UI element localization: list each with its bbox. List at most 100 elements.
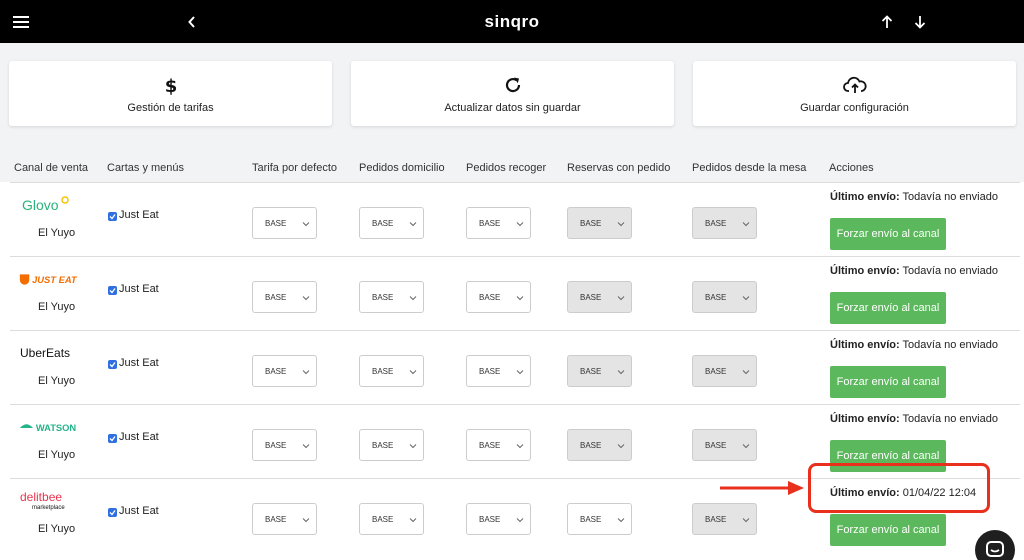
tariff-select-value: BASE — [705, 514, 727, 524]
annotation-arrow — [720, 481, 804, 495]
refresh-data-card[interactable]: Actualizar datos sin guardar — [351, 61, 674, 126]
card-label: Gestión de tarifas — [127, 102, 214, 114]
column-header: Cartas y menús — [107, 162, 185, 174]
channel-logo: WATSON — [18, 417, 78, 437]
tariff-select-value: BASE — [705, 218, 727, 228]
tariff-select: BASE — [567, 355, 632, 387]
tariff-select-value: BASE — [580, 292, 602, 302]
tariff-select-value: BASE — [580, 440, 602, 450]
last-sent-status: Último envío: Todavía no enviado — [830, 191, 998, 203]
svg-text:marketplace: marketplace — [32, 505, 65, 511]
tariff-select-value: BASE — [265, 218, 287, 228]
tariff-select[interactable]: BASE — [252, 429, 317, 461]
force-send-button[interactable]: Forzar envío al canal — [830, 218, 946, 250]
tariff-select[interactable]: BASE — [466, 429, 531, 461]
card-label: Guardar configuración — [800, 102, 909, 114]
tariff-select[interactable]: BASE — [359, 281, 424, 313]
tariff-select[interactable]: BASE — [466, 503, 531, 535]
table-row: Glovo El Yuyo Just Eat BASE BASE BASE BASE BASE… — [10, 182, 1020, 256]
tariff-select-value: BASE — [372, 366, 394, 376]
tariff-select-value: BASE — [265, 514, 287, 524]
menu-checkbox[interactable] — [108, 508, 117, 517]
svg-text:delitbee: delitbee — [20, 490, 62, 504]
tariff-select[interactable]: BASE — [252, 207, 317, 239]
tariff-select-value: BASE — [265, 292, 287, 302]
channel-logo: Glovo — [18, 195, 78, 215]
tariff-select-value: BASE — [705, 366, 727, 376]
column-header: Pedidos recoger — [466, 162, 547, 174]
tariff-select: BASE — [692, 281, 757, 313]
arrow-up-icon[interactable] — [875, 0, 899, 43]
tariff-select[interactable]: BASE — [567, 503, 632, 535]
tariff-select[interactable]: BASE — [252, 281, 317, 313]
last-sent-label: Último envío: — [830, 265, 900, 277]
tariff-select[interactable]: BASE — [359, 207, 424, 239]
tariff-select[interactable]: BASE — [359, 429, 424, 461]
tariff-select-value: BASE — [705, 440, 727, 450]
force-send-button[interactable]: Forzar envío al canal — [830, 366, 946, 398]
column-header: Canal de venta — [14, 162, 88, 174]
arrow-down-icon[interactable] — [908, 0, 932, 43]
last-sent-value: Todavía no enviado — [902, 339, 998, 351]
last-sent-label: Último envío: — [830, 339, 900, 351]
table-header: Canal de venta Cartas y menús Tarifa por… — [0, 152, 1024, 182]
menu-label: Just Eat — [119, 357, 159, 369]
tariff-select-value: BASE — [265, 440, 287, 450]
tariff-select[interactable]: BASE — [359, 355, 424, 387]
tariff-select-value: BASE — [705, 292, 727, 302]
brand-logo: sinqro — [484, 11, 540, 31]
menu-label: Just Eat — [119, 505, 159, 517]
menu-checkbox[interactable] — [108, 212, 117, 221]
tariff-select: BASE — [692, 355, 757, 387]
tariff-select-value: BASE — [580, 218, 602, 228]
store-name: El Yuyo — [38, 449, 76, 461]
last-sent-value: Todavía no enviado — [902, 191, 998, 203]
tariff-select-value: BASE — [479, 514, 501, 524]
table-row: JUST EAT El Yuyo Just Eat BASE BASE BASE BASE B… — [10, 256, 1020, 330]
tariff-select[interactable]: BASE — [466, 281, 531, 313]
menu-label: Just Eat — [119, 209, 159, 221]
channel-logo: JUST EAT — [18, 269, 78, 289]
column-header: Acciones — [829, 162, 874, 174]
channel-logo: delitbee marketplace — [18, 490, 78, 511]
table-row: UberEats El Yuyo Just Eat BASE BASE BASE BASE B… — [10, 330, 1020, 404]
force-send-button[interactable]: Forzar envío al canal — [830, 292, 946, 324]
channel-logo: UberEats — [18, 343, 78, 363]
svg-text:UberEats: UberEats — [20, 346, 70, 360]
svg-text:Glovo: Glovo — [22, 197, 59, 213]
tariff-select-value: BASE — [372, 218, 394, 228]
svg-text:WATSON: WATSON — [36, 423, 77, 433]
tariff-select[interactable]: BASE — [466, 355, 531, 387]
column-header: Tarifa por defecto — [252, 162, 337, 174]
tariff-select: BASE — [692, 207, 757, 239]
menu-checkbox[interactable] — [108, 360, 117, 369]
last-sent-label: Último envío: — [830, 191, 900, 203]
menu-checkbox[interactable] — [108, 286, 117, 295]
tariff-select[interactable]: BASE — [252, 355, 317, 387]
menu-icon[interactable] — [8, 0, 34, 43]
rates-management-card[interactable]: $ Gestión de tarifas — [9, 61, 332, 126]
tariff-select: BASE — [567, 281, 632, 313]
force-send-button[interactable]: Forzar envío al canal — [830, 514, 946, 546]
menu-checkbox[interactable] — [108, 434, 117, 443]
card-label: Actualizar datos sin guardar — [444, 102, 581, 114]
tariff-select[interactable]: BASE — [252, 503, 317, 535]
cloud-upload-icon — [693, 74, 1016, 96]
column-header: Pedidos domicilio — [359, 162, 445, 174]
top-bar: sinqro — [0, 0, 1024, 43]
store-name: El Yuyo — [38, 375, 76, 387]
chevron-left-icon[interactable] — [180, 0, 204, 43]
tariff-select: BASE — [692, 429, 757, 461]
column-header: Pedidos desde la mesa — [692, 162, 807, 174]
tariff-select[interactable]: BASE — [359, 503, 424, 535]
tariff-select: BASE — [692, 503, 757, 535]
tariff-select-value: BASE — [580, 366, 602, 376]
tariff-select-value: BASE — [265, 366, 287, 376]
column-header: Reservas con pedido — [567, 162, 671, 174]
tariff-select-value: BASE — [580, 514, 602, 524]
tariff-select[interactable]: BASE — [466, 207, 531, 239]
svg-text:$: $ — [164, 76, 177, 95]
save-configuration-card[interactable]: Guardar configuración — [693, 61, 1016, 126]
last-sent-status: Último envío: Todavía no enviado — [830, 265, 998, 277]
tariff-select-value: BASE — [479, 366, 501, 376]
